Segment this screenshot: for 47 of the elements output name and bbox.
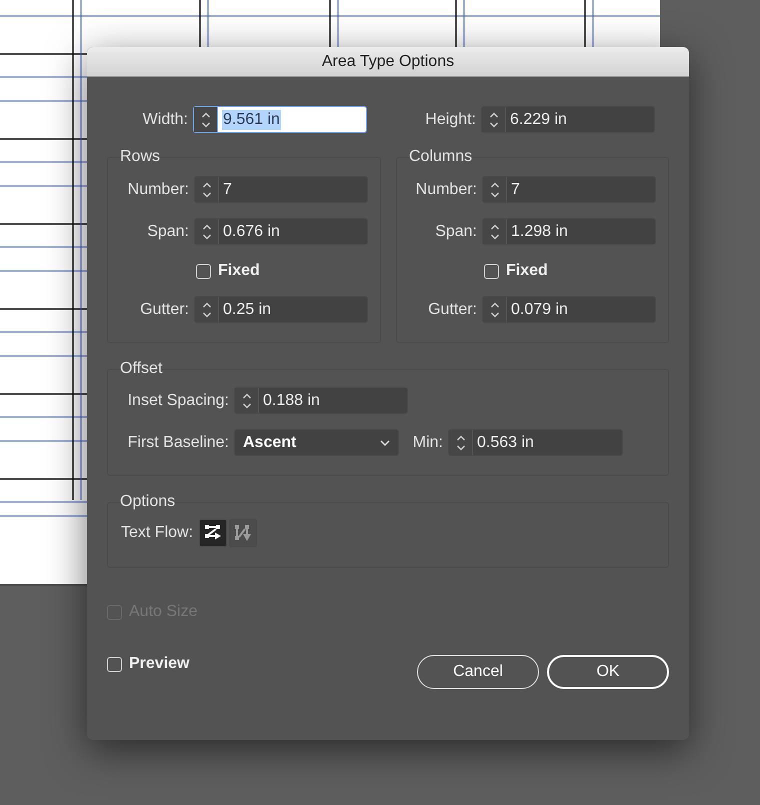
group-title: Rows: [120, 147, 160, 167]
field-label: Width:: [142, 110, 188, 130]
number-field[interactable]: 9.561 in: [193, 106, 367, 133]
checkbox-label: Fixed: [506, 261, 548, 281]
field-value: 0.676 in: [223, 222, 280, 242]
field-label: Gutter:: [427, 300, 477, 320]
field-value: 6.229 in: [510, 110, 567, 130]
field-label: Min:: [412, 432, 443, 452]
number-field[interactable]: 7: [482, 176, 656, 203]
field-label: Text Flow:: [121, 523, 194, 543]
field-label: Inset Spacing:: [126, 390, 229, 410]
group-title: Columns: [409, 147, 472, 167]
flow-by-columns-icon: [234, 524, 252, 542]
number-field[interactable]: 6.229 in: [481, 106, 655, 133]
number-field[interactable]: 1.298 in: [482, 218, 656, 245]
field-value: 7: [223, 180, 232, 200]
group-title: Options: [120, 492, 176, 512]
field-value: 1.298 in: [511, 222, 568, 242]
dialog-button[interactable]: OK: [547, 655, 669, 689]
field-label: Span:: [434, 222, 477, 242]
field-value: 0.188 in: [263, 390, 320, 410]
flow-by-rows-icon: [204, 524, 222, 542]
number-field[interactable]: 7: [194, 176, 368, 203]
field-value: 0.563 in: [477, 432, 534, 452]
text-flow-button[interactable]: [199, 519, 228, 547]
field-value: 7: [511, 180, 520, 200]
field-label: Span:: [146, 222, 189, 242]
number-field[interactable]: 0.188 in: [234, 387, 408, 414]
field-value: 9.561 in: [222, 110, 281, 130]
number-field[interactable]: 0.676 in: [194, 218, 368, 245]
field-label: First Baseline:: [126, 432, 229, 452]
field-value: 0.25 in: [223, 300, 272, 320]
chevron-down-icon: [380, 440, 390, 446]
field-label: Gutter:: [139, 300, 189, 320]
number-field[interactable]: 0.079 in: [482, 296, 656, 323]
checkbox-label: Fixed: [218, 261, 260, 281]
field-label: Height:: [424, 110, 476, 130]
window-title: Area Type Options: [322, 52, 454, 72]
number-field[interactable]: 0.25 in: [194, 296, 368, 323]
field-value: 0.079 in: [511, 300, 568, 320]
field-label: Number:: [126, 180, 189, 200]
number-field[interactable]: 0.563 in: [448, 429, 623, 456]
baseline-dropdown[interactable]: Ascent: [234, 429, 399, 456]
checkbox-label: Preview: [129, 654, 190, 674]
dialog-button[interactable]: Cancel: [417, 655, 539, 689]
group-title: Offset: [120, 359, 162, 379]
field-label: Number:: [414, 180, 477, 200]
